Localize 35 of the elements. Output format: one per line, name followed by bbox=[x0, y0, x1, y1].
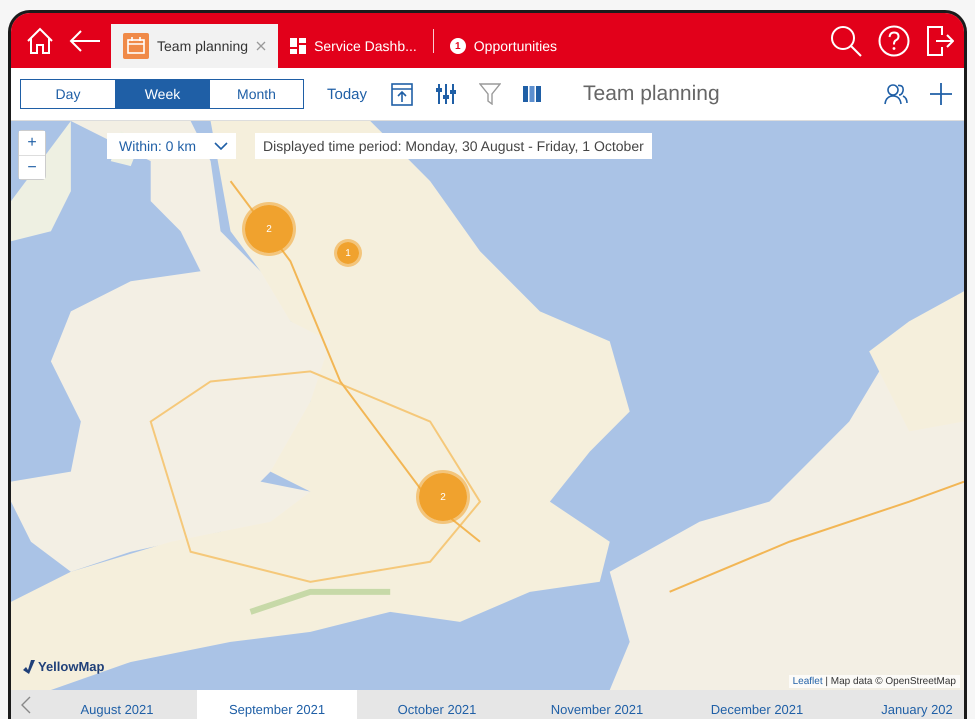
map-attribution: Leaflet | Map data © OpenStreetMap bbox=[788, 675, 960, 688]
timeline-period[interactable]: January 202 bbox=[837, 690, 964, 719]
count-badge: 1 bbox=[450, 38, 466, 54]
chevron-left-icon[interactable] bbox=[21, 696, 31, 714]
timeline-period[interactable]: November 2021 bbox=[517, 690, 677, 719]
timeline-period[interactable]: December 2021 bbox=[677, 690, 837, 719]
view-tab[interactable]: Week bbox=[115, 80, 209, 108]
tab[interactable]: Team planning bbox=[111, 24, 278, 68]
add-icon[interactable] bbox=[930, 83, 952, 105]
help-icon[interactable] bbox=[878, 24, 910, 56]
filter-icon[interactable] bbox=[479, 83, 502, 105]
logo-icon bbox=[23, 660, 35, 674]
period-label: Displayed time period: Monday, 30 August - Friday, 1 October bbox=[255, 133, 652, 159]
attribution-link[interactable]: Leaflet bbox=[792, 676, 823, 687]
radius-dropdown[interactable]: Within: 0 km bbox=[107, 133, 236, 159]
logout-icon[interactable] bbox=[926, 24, 954, 56]
people-icon[interactable] bbox=[884, 83, 908, 105]
back-icon[interactable] bbox=[69, 28, 101, 52]
page-title: Team planning bbox=[583, 82, 720, 106]
timeline-period[interactable]: August 2021 bbox=[37, 690, 197, 719]
logo-text: YellowMap bbox=[38, 659, 104, 674]
today-link[interactable]: Today bbox=[321, 84, 374, 104]
close-icon[interactable] bbox=[256, 41, 266, 51]
sliders-icon[interactable] bbox=[435, 83, 458, 105]
zoom-out-button[interactable]: − bbox=[19, 155, 45, 179]
tab[interactable]: Service Dashb... bbox=[278, 24, 429, 68]
tab[interactable]: 1 Opportunities bbox=[438, 24, 570, 68]
dashboard-icon bbox=[290, 38, 306, 54]
calendar-icon bbox=[123, 33, 149, 59]
timeline-period[interactable]: September 2021 bbox=[197, 690, 357, 719]
search-icon[interactable] bbox=[830, 24, 862, 56]
chevron-down-icon bbox=[214, 142, 228, 150]
calendar-export-icon[interactable] bbox=[391, 82, 414, 106]
home-icon[interactable] bbox=[25, 26, 55, 56]
timeline-period[interactable]: October 2021 bbox=[357, 690, 517, 719]
